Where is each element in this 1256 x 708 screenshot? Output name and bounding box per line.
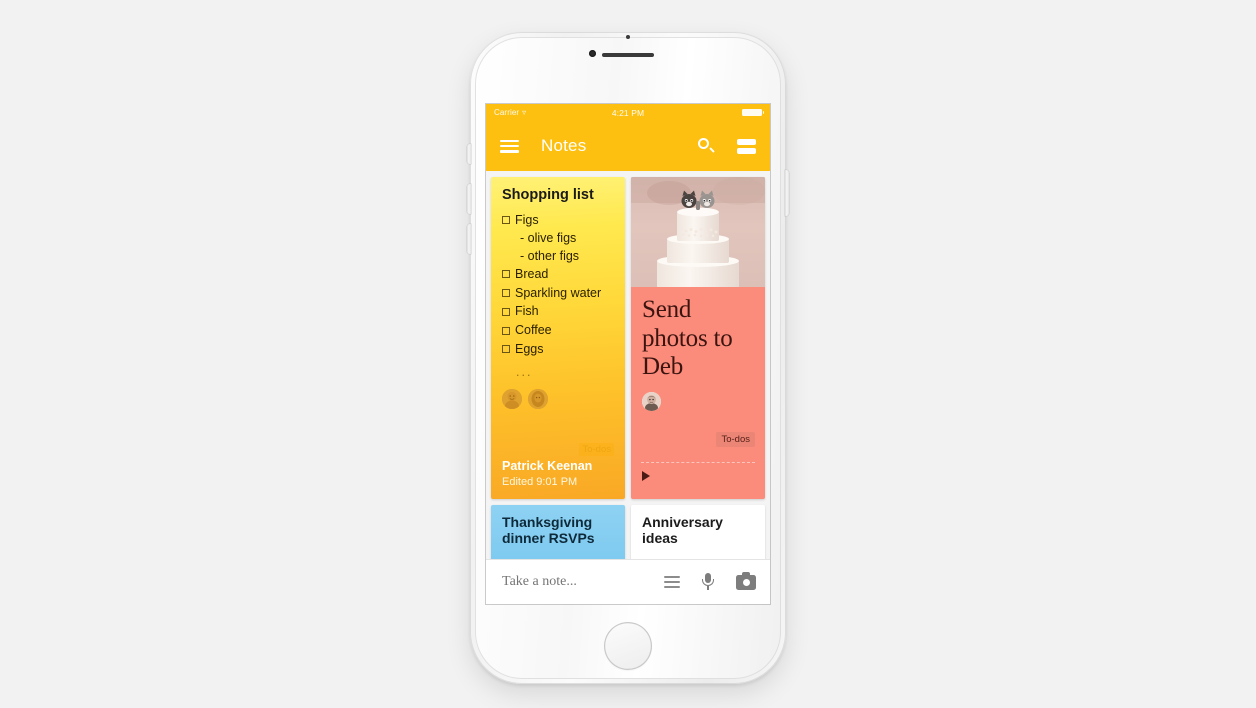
checklist-item-label: Fish <box>515 304 539 319</box>
collaborator-avatars <box>502 388 614 409</box>
checkbox-icon[interactable] <box>502 216 510 225</box>
note-title: Send photos to Deb <box>642 296 733 380</box>
collaborator-avatars <box>642 391 754 411</box>
avatar-face-icon <box>502 388 522 409</box>
checklist-item-label: Eggs <box>515 341 544 356</box>
checklist-icon[interactable] <box>664 576 680 588</box>
power-button[interactable] <box>785 170 789 216</box>
proximity-sensor-icon <box>626 35 630 39</box>
cake-photo-image <box>631 177 765 287</box>
avatar-face-icon <box>642 391 661 411</box>
avatar <box>642 391 661 411</box>
checklist-subitem: - other figs <box>520 249 580 264</box>
take-note-input[interactable] <box>500 573 656 591</box>
checklist-item-label: Sparkling water <box>515 285 602 300</box>
status-time: 4:21 PM <box>611 107 645 118</box>
checklist-item[interactable]: Eggs <box>502 341 614 359</box>
page-title: Notes <box>541 136 587 155</box>
front-camera-icon <box>589 50 596 57</box>
volume-down-button[interactable] <box>467 224 471 254</box>
status-bar: Carrier ▿ 4:21 PM <box>486 104 770 121</box>
note-card-send-photos[interactable]: Send photos to Deb To-dos <box>631 177 765 499</box>
app-bar-actions <box>697 137 756 155</box>
phone-device: Carrier ▿ 4:21 PM Notes Shopping list Fi… <box>467 32 789 684</box>
home-button[interactable] <box>604 622 652 670</box>
note-edited-timestamp: Edited 9:01 PM <box>502 476 578 489</box>
note-divider <box>641 462 755 463</box>
compose-actions <box>664 571 756 591</box>
note-card-anniversary[interactable]: Anniversary ideas <box>631 505 765 561</box>
checklist-item[interactable]: Figs <box>502 212 614 230</box>
play-triangle-icon[interactable] <box>642 471 650 481</box>
battery-icon <box>742 109 764 116</box>
microphone-icon[interactable] <box>701 573 715 591</box>
more-items-indicator: ... <box>516 364 533 379</box>
checklist-item[interactable]: Fish <box>502 303 614 321</box>
note-author: Patrick Keenan <box>502 458 593 473</box>
avatar <box>502 388 522 409</box>
note-title: Shopping list <box>502 187 594 203</box>
note-label-badge[interactable]: To-dos <box>716 432 755 447</box>
list-view-toggle-icon[interactable] <box>737 138 756 154</box>
hamburger-menu-icon[interactable] <box>500 139 519 153</box>
note-title: Thanksgiving dinner RSVPs <box>502 514 595 547</box>
checklist-item[interactable]: Sparkling water <box>502 285 614 303</box>
note-title: Anniversary ideas <box>642 514 723 547</box>
checkbox-icon[interactable] <box>502 345 510 354</box>
notes-column-left: Shopping list Figs - olive figs - other … <box>491 177 625 561</box>
app-bar: Notes <box>486 121 770 171</box>
checklist-item[interactable]: Coffee <box>502 322 614 340</box>
checkbox-icon[interactable] <box>502 307 510 316</box>
note-body: Send photos to Deb <box>631 287 765 411</box>
checkbox-icon[interactable] <box>502 326 510 335</box>
wedding-cake-illustration <box>631 177 765 287</box>
avatar-face-icon <box>528 388 548 409</box>
notes-board: Shopping list Figs - olive figs - other … <box>486 171 770 582</box>
checklist-item-label: Figs <box>515 212 539 227</box>
note-label-badge[interactable]: To-dos <box>579 443 614 456</box>
notes-column-right: Send photos to Deb To-dos Anniversary id… <box>631 177 765 561</box>
checklist-item[interactable]: Bread <box>502 266 614 284</box>
phone-screen: Carrier ▿ 4:21 PM Notes Shopping list Fi… <box>486 104 770 604</box>
avatar <box>528 388 548 409</box>
ring-silent-switch[interactable] <box>467 144 471 164</box>
checklist-subitem: - olive figs <box>520 231 577 246</box>
checklist-item-label: Bread <box>515 266 549 281</box>
search-icon[interactable] <box>697 137 715 155</box>
note-card-shopping-list[interactable]: Shopping list Figs - olive figs - other … <box>491 177 625 499</box>
earpiece-speaker-icon <box>602 53 654 57</box>
compose-bar <box>486 559 770 604</box>
note-card-thanksgiving[interactable]: Thanksgiving dinner RSVPs <box>491 505 625 561</box>
checkbox-icon[interactable] <box>502 289 510 298</box>
checklist-item-label: Coffee <box>515 323 552 338</box>
note-meta: To-dos Patrick Keenan Edited 9:01 PM <box>502 443 614 490</box>
volume-up-button[interactable] <box>467 184 471 214</box>
notes-columns: Shopping list Figs - olive figs - other … <box>491 177 765 561</box>
camera-icon[interactable] <box>736 571 756 590</box>
checkbox-icon[interactable] <box>502 270 510 279</box>
